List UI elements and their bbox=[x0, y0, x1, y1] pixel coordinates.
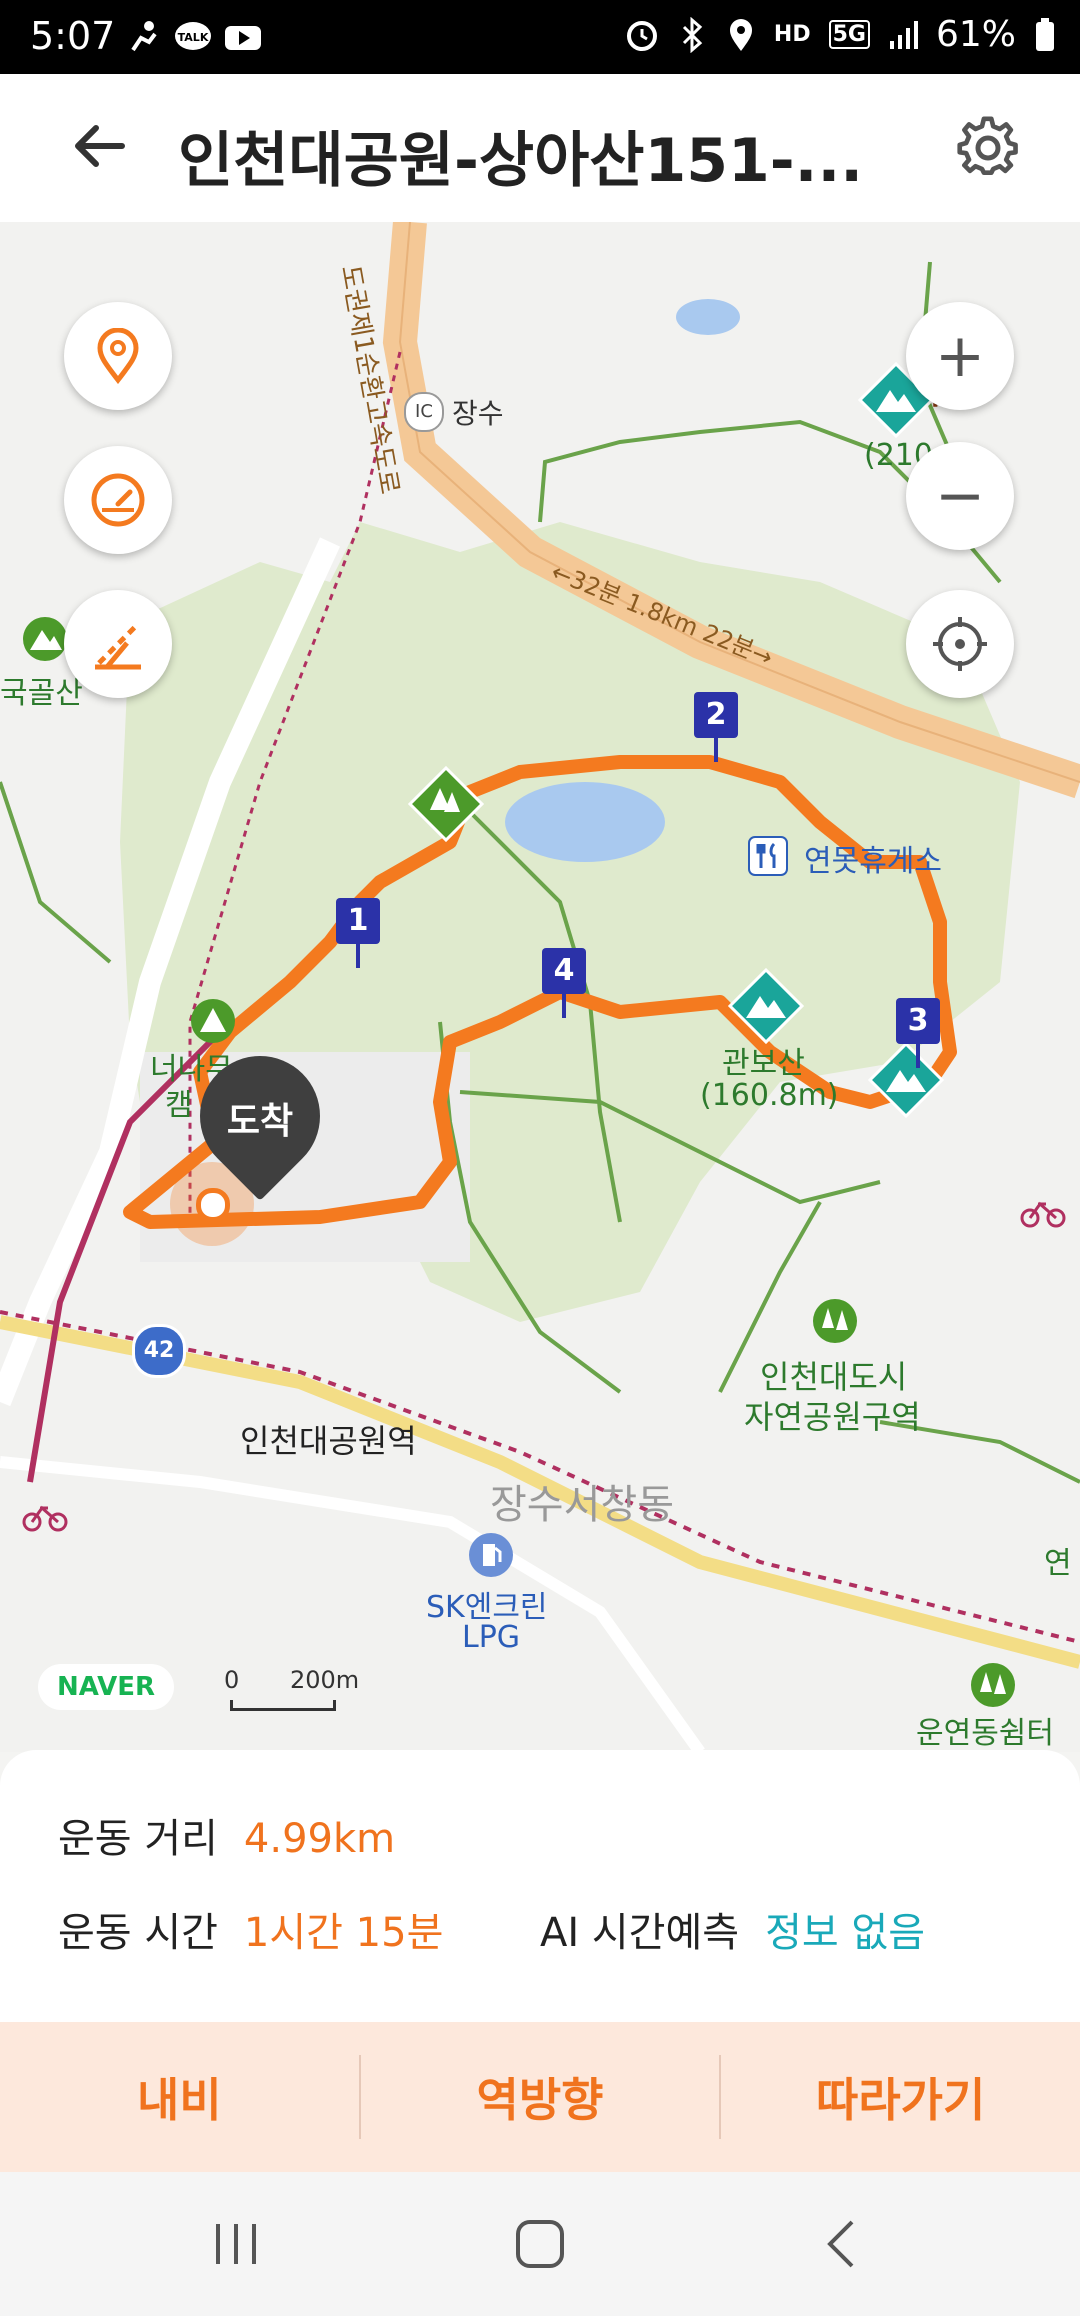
battery-icon bbox=[1036, 17, 1054, 51]
camping-icon bbox=[191, 999, 235, 1043]
crosshair-icon bbox=[933, 617, 987, 671]
waypoint-3[interactable]: 3 bbox=[896, 998, 940, 1068]
5g-icon: 5G bbox=[828, 20, 870, 49]
youtube-icon bbox=[225, 26, 261, 50]
lake bbox=[505, 782, 665, 862]
home-icon[interactable] bbox=[510, 2214, 570, 2274]
ai-label: AI 시간예측 bbox=[540, 1910, 740, 1956]
scale-zero: 0 bbox=[224, 1666, 240, 1694]
rest-place-label: 운연동쉼터 bbox=[916, 1716, 1054, 1751]
ai-value: 정보 없음 bbox=[765, 1910, 925, 1956]
ic-badge: IC bbox=[404, 392, 444, 432]
station-label: 인천대공원역 bbox=[240, 1422, 417, 1460]
battery-percent: 61% bbox=[935, 14, 1016, 55]
running-icon bbox=[131, 21, 157, 52]
park-entrance-icon[interactable] bbox=[408, 766, 484, 842]
navigate-button[interactable]: 내비 bbox=[0, 2022, 359, 2172]
district-label: 장수서창동 bbox=[490, 1482, 674, 1528]
waypoint-pole bbox=[714, 738, 718, 762]
gps-button[interactable] bbox=[906, 590, 1014, 698]
gwanbosan-label: 관보산 bbox=[722, 1046, 805, 1081]
waypoint-1[interactable]: 1 bbox=[336, 898, 380, 968]
pin-icon bbox=[97, 328, 139, 384]
road-number-badge: 42 bbox=[132, 1324, 186, 1378]
scale-distance: 200m bbox=[290, 1666, 360, 1694]
minus-icon: − bbox=[934, 461, 986, 531]
waypoint-1-label: 1 bbox=[336, 898, 380, 944]
alarm-icon bbox=[626, 20, 657, 51]
page-title: 인천대공원-상아산151-... bbox=[178, 126, 864, 196]
svg-text:TALK: TALK bbox=[178, 31, 209, 44]
distance-label: 운동 거리 bbox=[58, 1816, 218, 1862]
signal-icon bbox=[889, 20, 918, 49]
park-zone-label-2: 자연공원구역 bbox=[744, 1398, 921, 1436]
time-label: 운동 시간 bbox=[58, 1910, 218, 1956]
bluetooth-icon bbox=[682, 16, 703, 53]
gukgolsan-label: 국골산 bbox=[0, 676, 83, 711]
time-row: 운동 시간 1시간 15분 bbox=[58, 1900, 443, 1958]
reverse-button[interactable]: 역방향 bbox=[361, 2022, 720, 2172]
location-icon bbox=[729, 18, 752, 51]
ai-row: AI 시간예측 정보 없음 bbox=[540, 1900, 925, 1958]
status-right: HD 5G 61% bbox=[624, 14, 1056, 55]
route-edit-button[interactable] bbox=[64, 590, 172, 698]
waypoint-2-label: 2 bbox=[694, 692, 738, 738]
waypoint-4[interactable]: 4 bbox=[542, 948, 586, 1018]
waypoint-pole bbox=[356, 944, 360, 968]
time-value: 1시간 15분 bbox=[243, 1910, 444, 1956]
distance-value: 4.99km bbox=[243, 1816, 396, 1862]
jangsu-label: 장수 bbox=[452, 397, 504, 430]
notification-icons: TALK bbox=[125, 20, 263, 56]
park-zone-icon bbox=[813, 1299, 857, 1343]
restaurant-icon[interactable] bbox=[748, 836, 788, 876]
arrival-label: 도착 bbox=[226, 1101, 294, 1142]
rest-area-label: 연못휴게소 bbox=[804, 844, 942, 879]
route-edit-icon bbox=[95, 623, 141, 670]
waypoint-4-label: 4 bbox=[542, 948, 586, 994]
bike-icon bbox=[22, 1505, 68, 1532]
zoom-in-button[interactable]: + bbox=[906, 302, 1014, 410]
mountain-icon-left bbox=[23, 617, 67, 661]
hd-voice-icon: HD bbox=[773, 22, 811, 47]
stats-panel: 운동 거리 4.99km 운동 시간 1시간 15분 AI 시간예측 정보 없음 bbox=[0, 1750, 1080, 2022]
my-location-button[interactable] bbox=[64, 302, 172, 410]
waypoint-2[interactable]: 2 bbox=[694, 692, 738, 762]
scale-bar bbox=[230, 1700, 336, 1711]
action-bar: 내비 역방향 따라가기 bbox=[0, 2022, 1080, 2172]
talk-icon: TALK bbox=[175, 22, 211, 50]
current-location-dot bbox=[196, 1188, 230, 1222]
pond bbox=[676, 299, 740, 335]
distance-row: 운동 거리 4.99km bbox=[58, 1806, 395, 1864]
status-time: 5:07 bbox=[30, 14, 116, 58]
map-view[interactable]: 도권제1순환고속도로 ←32분 1.8km 22분→ IC 장수 국골산 너나무… bbox=[0, 222, 1080, 1752]
back-arrow-icon[interactable] bbox=[70, 116, 130, 176]
recents-icon[interactable] bbox=[206, 2214, 266, 2274]
gas-station-label-2: LPG bbox=[462, 1620, 521, 1655]
peak-marker-gwanbosan[interactable] bbox=[728, 968, 804, 1044]
waypoint-pole bbox=[562, 994, 566, 1018]
zoom-out-button[interactable]: − bbox=[906, 442, 1014, 550]
gear-icon[interactable] bbox=[956, 116, 1020, 180]
status-bar: 5:07 TALK HD 5G 61% bbox=[0, 0, 1080, 74]
nav-back-icon[interactable] bbox=[812, 2214, 872, 2274]
neonamu-label-2: 캠 bbox=[165, 1088, 193, 1123]
system-nav-bar bbox=[0, 2172, 1080, 2316]
yeon-label: 연 bbox=[1044, 1546, 1072, 1581]
rest-place-icon bbox=[971, 1663, 1015, 1707]
gwanbosan-elevation: (160.8m) bbox=[700, 1078, 839, 1113]
waypoint-pole bbox=[916, 1044, 920, 1068]
naver-logo: NAVER bbox=[38, 1664, 174, 1710]
bike-icon-right bbox=[1020, 1201, 1066, 1228]
follow-button[interactable]: 따라가기 bbox=[721, 2022, 1080, 2172]
plus-icon: + bbox=[934, 321, 986, 391]
speedometer-button[interactable] bbox=[64, 446, 172, 554]
app-bar: 인천대공원-상아산151-... bbox=[0, 74, 1080, 222]
waypoint-3-label: 3 bbox=[896, 998, 940, 1044]
gas-station-icon bbox=[469, 1533, 513, 1577]
speedometer-icon bbox=[91, 473, 145, 527]
